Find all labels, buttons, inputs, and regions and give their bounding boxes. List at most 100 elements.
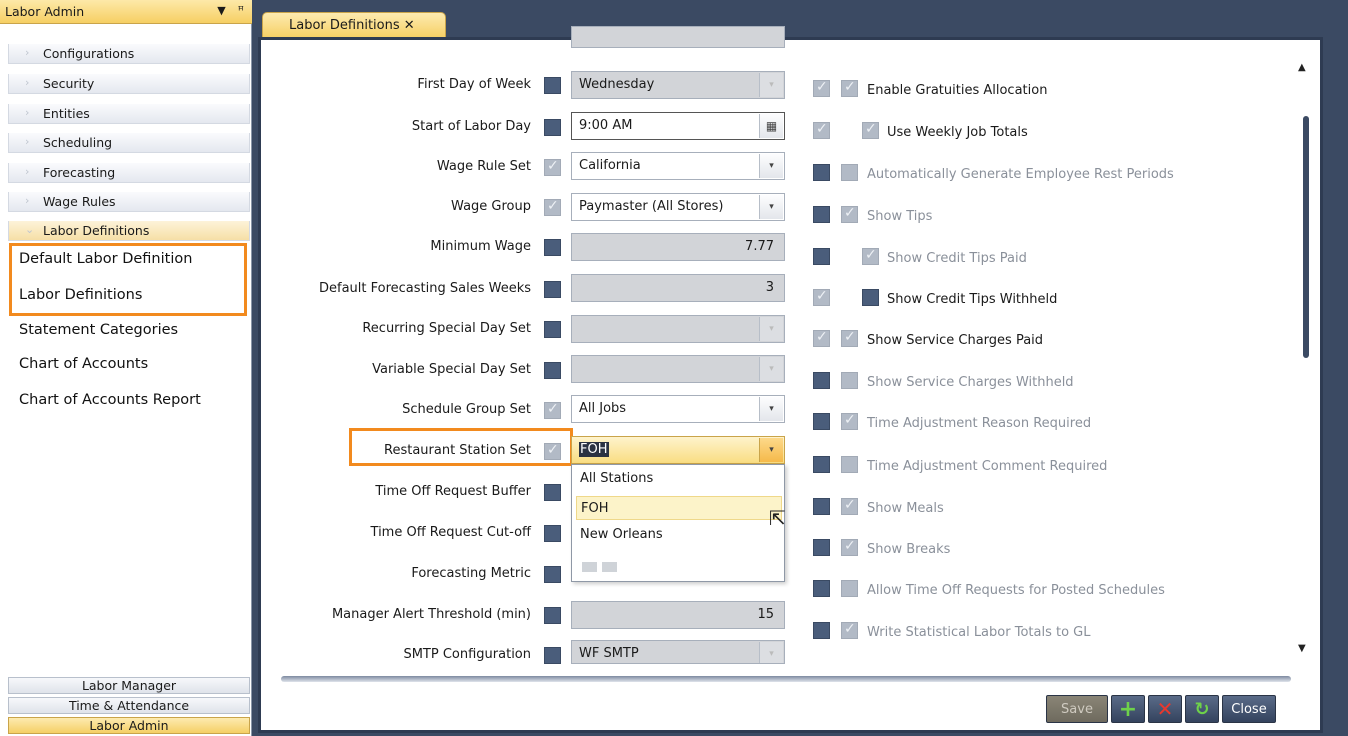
checkbox[interactable]	[813, 248, 830, 265]
sidebar-link-labor-definitions[interactable]: Labor Definitions	[19, 287, 142, 303]
form-label: Manager Alert Threshold (min)	[331, 607, 531, 622]
minimum-wage-input[interactable]: 7.77	[571, 233, 785, 261]
checkbox[interactable]	[813, 288, 830, 306]
form-label: Forecasting Metric	[411, 566, 531, 581]
scroll-down-arrow-icon[interactable]: ▼	[1298, 643, 1306, 654]
dropdown-option[interactable]: FOH	[576, 496, 782, 520]
checkbox[interactable]	[813, 622, 830, 639]
checkbox[interactable]	[813, 206, 830, 223]
chevron-down-icon: ▾	[759, 642, 783, 663]
sidebar-group-configurations[interactable]: › Configurations	[8, 44, 250, 64]
checkbox[interactable]	[544, 119, 561, 136]
recurring-special-day-set-select[interactable]: ▾	[571, 315, 785, 343]
checkbox[interactable]	[544, 566, 561, 583]
dropdown-option[interactable]: All Stations	[576, 467, 782, 491]
schedule-group-set-select[interactable]: All Jobs ▾	[571, 395, 785, 423]
checkbox[interactable]	[813, 456, 830, 473]
tab-labor-definitions[interactable]: Labor Definitions ✕	[262, 12, 446, 38]
sidebar-group-labor-definitions[interactable]: ⌄ Labor Definitions	[8, 221, 250, 241]
checkbox[interactable]	[813, 413, 830, 430]
sidebar-group-wage-rules[interactable]: › Wage Rules	[8, 192, 250, 212]
refresh-button[interactable]: ↻	[1185, 695, 1219, 723]
checkbox[interactable]	[544, 484, 561, 501]
sidebar-link-chart-of-accounts-report[interactable]: Chart of Accounts Report	[19, 392, 201, 408]
nav-time-attendance[interactable]: Time & Attendance	[8, 697, 250, 714]
checkbox[interactable]	[544, 198, 561, 216]
chevron-down-icon: ▾	[759, 397, 783, 421]
checkbox[interactable]	[862, 289, 879, 306]
smtp-configuration-select[interactable]: WF SMTP ▾	[571, 640, 785, 664]
dropdown-option[interactable]: New Orleans	[576, 523, 782, 547]
start-of-labor-day-input[interactable]: 9:00 AM ▦	[571, 112, 785, 140]
checkbox[interactable]	[841, 205, 858, 223]
scroll-up-arrow-icon[interactable]: ▲	[1298, 62, 1306, 73]
restaurant-station-set-select[interactable]: FOH ▾	[571, 436, 785, 464]
checkbox[interactable]	[544, 525, 561, 542]
checkbox[interactable]	[841, 621, 858, 639]
checkbox[interactable]	[544, 77, 561, 94]
pin-icon[interactable]: ꟸ	[238, 4, 244, 17]
chevron-down-icon: ▾	[759, 154, 783, 178]
checkbox[interactable]	[862, 121, 879, 139]
checkbox[interactable]	[813, 539, 830, 556]
checkbox[interactable]	[813, 498, 830, 515]
checkbox[interactable]	[841, 79, 858, 97]
wage-group-select[interactable]: Paymaster (All Stores) ▾	[571, 193, 785, 221]
checkbox[interactable]	[544, 607, 561, 624]
checkbox[interactable]	[862, 247, 879, 265]
checkbox[interactable]	[841, 497, 858, 515]
chevron-down-icon: ▾	[759, 317, 783, 341]
checkbox[interactable]	[841, 164, 858, 181]
delete-button[interactable]: ✕	[1148, 695, 1182, 723]
checkbox[interactable]	[841, 456, 858, 473]
checkbox[interactable]	[841, 580, 858, 597]
checkbox[interactable]	[813, 580, 830, 597]
form-label: SMTP Configuration	[403, 647, 531, 662]
sidebar-title: Labor Admin	[5, 4, 85, 19]
close-button[interactable]: Close	[1222, 695, 1276, 723]
checkbox[interactable]	[544, 321, 561, 338]
checkbox[interactable]	[813, 164, 830, 181]
divider	[281, 676, 1291, 682]
checkbox[interactable]	[841, 538, 858, 556]
checkbox[interactable]	[813, 372, 830, 389]
checkbox[interactable]	[813, 329, 830, 347]
sidebar-group-scheduling[interactable]: › Scheduling	[8, 133, 250, 153]
sidebar-link-chart-of-accounts[interactable]: Chart of Accounts	[19, 356, 148, 372]
plus-icon: +	[1118, 696, 1138, 722]
first-day-of-week-select[interactable]: Wednesday ▾	[571, 71, 785, 99]
checkbox[interactable]	[544, 239, 561, 256]
wage-rule-set-select[interactable]: California ▾	[571, 152, 785, 180]
scrollbar-thumb[interactable]	[1303, 116, 1309, 358]
checkbox[interactable]	[841, 329, 858, 347]
form-label: Variable Special Day Set	[372, 362, 531, 377]
checkbox[interactable]	[813, 79, 830, 97]
sidebar-link-default-labor-definition[interactable]: Default Labor Definition	[19, 251, 192, 267]
chevron-down-icon: ⌄	[25, 223, 35, 236]
checkbox[interactable]	[841, 412, 858, 430]
checkbox[interactable]	[544, 647, 561, 664]
sidebar-group-entities[interactable]: › Entities	[8, 104, 250, 124]
nav-labor-manager[interactable]: Labor Manager	[8, 677, 250, 694]
checkbox[interactable]	[544, 362, 561, 379]
sidebar-link-statement-categories[interactable]: Statement Categories	[19, 322, 178, 338]
sidebar-group-security[interactable]: › Security	[8, 74, 250, 94]
sidebar: Labor Admin ▼ ꟸ › Configurations › Securit…	[0, 0, 252, 736]
add-button[interactable]: +	[1111, 695, 1145, 723]
checkbox[interactable]	[813, 121, 830, 139]
form-label: Restaurant Station Set	[384, 443, 531, 458]
checkbox[interactable]	[544, 158, 561, 176]
chevron-down-icon: ▾	[759, 195, 783, 219]
checkbox[interactable]	[841, 372, 858, 389]
checkbox[interactable]	[544, 442, 561, 460]
save-button[interactable]: Save	[1046, 695, 1108, 723]
variable-special-day-set-select[interactable]: ▾	[571, 355, 785, 383]
redacted-option[interactable]	[582, 562, 632, 572]
manager-alert-threshold-input[interactable]: 15	[571, 601, 785, 629]
chevron-down-icon[interactable]: ▼	[217, 4, 225, 17]
sidebar-group-forecasting[interactable]: › Forecasting	[8, 163, 250, 183]
forecasting-sales-weeks-input[interactable]: 3	[571, 274, 785, 302]
checkbox[interactable]	[544, 401, 561, 419]
nav-labor-admin[interactable]: Labor Admin	[8, 717, 250, 734]
checkbox[interactable]	[544, 281, 561, 298]
